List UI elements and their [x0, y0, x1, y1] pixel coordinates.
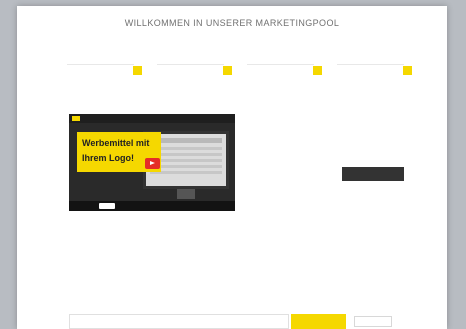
video-player[interactable]: Werbemittel mit Ihrem Logo! [69, 114, 235, 211]
step-progress [67, 56, 412, 78]
search-row [69, 314, 409, 329]
more-button[interactable] [342, 167, 404, 181]
step-marker-icon [133, 66, 142, 75]
marketingpool-page: WILLKOMMEN IN UNSERER MARKETINGPOOL Werb… [17, 6, 447, 329]
step-2[interactable] [157, 56, 232, 78]
info-panel [245, 114, 405, 120]
page-title: WILLKOMMEN IN UNSERER MARKETINGPOOL [124, 18, 340, 28]
side-badge[interactable] [354, 316, 392, 327]
play-icon [150, 161, 155, 165]
step-marker-icon [223, 66, 232, 75]
search-input[interactable] [69, 314, 289, 329]
youtube-logo-icon[interactable] [99, 203, 115, 209]
step-marker-icon [313, 66, 322, 75]
banner-line-2: Ihrem Logo! [82, 153, 134, 163]
step-line [337, 64, 404, 65]
channel-logo-icon [72, 116, 80, 121]
banner-line-1: Werbemittel mit [82, 138, 150, 148]
step-3[interactable] [247, 56, 322, 78]
step-line [67, 64, 134, 65]
step-1[interactable] [67, 56, 142, 78]
search-button[interactable] [291, 314, 346, 329]
monitor-stand [177, 189, 195, 199]
play-button[interactable] [145, 158, 160, 169]
video-topbar [69, 114, 235, 123]
step-line [157, 64, 224, 65]
step-line [247, 64, 314, 65]
step-marker-icon [403, 66, 412, 75]
video-footer [69, 201, 235, 211]
step-4[interactable] [337, 56, 412, 78]
